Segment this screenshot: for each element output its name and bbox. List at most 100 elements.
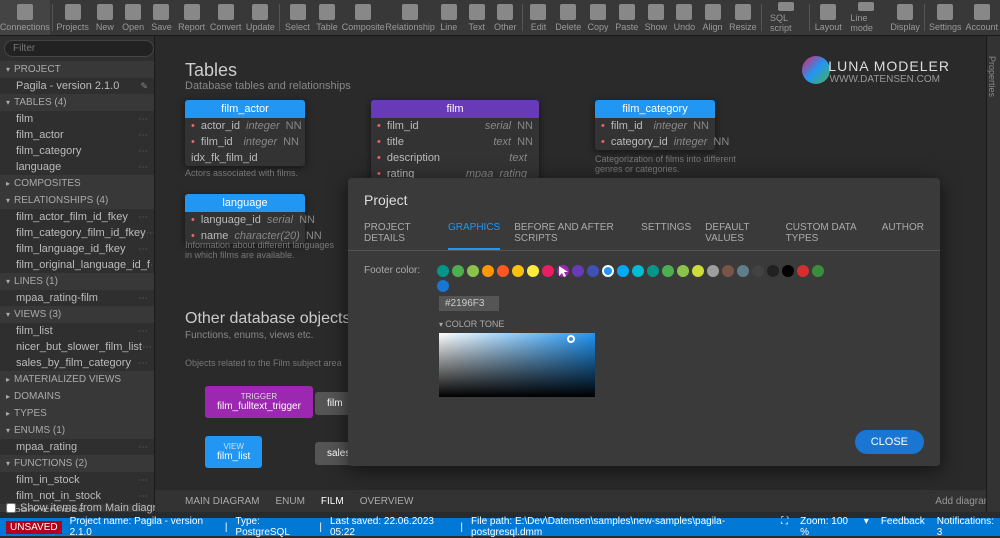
tone-picker-handle[interactable]	[567, 335, 575, 343]
filter-input[interactable]	[4, 40, 154, 57]
color-swatch[interactable]	[602, 265, 614, 277]
sidebar-item[interactable]: film_language_id_fkey⋯	[0, 241, 154, 257]
color-swatch[interactable]	[587, 265, 599, 277]
diagram-tab-main-diagram[interactable]: MAIN DIAGRAM	[185, 496, 259, 507]
fit-icon[interactable]: ⛶	[781, 516, 788, 538]
toolbar-line-mode[interactable]: Line mode	[844, 0, 888, 35]
feedback-link[interactable]: Feedback	[881, 516, 925, 538]
section-functions[interactable]: FUNCTIONS (2)	[0, 455, 154, 472]
section-lines[interactable]: LINES (1)	[0, 273, 154, 290]
section-project[interactable]: PROJECT	[0, 61, 154, 78]
section-views[interactable]: VIEWS (3)	[0, 306, 154, 323]
toolbar-sql-script[interactable]: SQL script	[764, 0, 807, 35]
sidebar-item[interactable]: film_category⋯	[0, 143, 154, 159]
toolbar-layout[interactable]: Layout	[812, 0, 844, 35]
toolbar-paste[interactable]: Paste	[612, 0, 641, 35]
toolbar-save[interactable]: Save	[147, 0, 175, 35]
section-tables[interactable]: TABLES (4)	[0, 94, 154, 111]
color-swatch[interactable]	[527, 265, 539, 277]
color-swatch[interactable]	[512, 265, 524, 277]
modal-tab-project-details[interactable]: PROJECT DETAILS	[364, 216, 434, 250]
sidebar-item[interactable]: film⋯	[0, 111, 154, 127]
sidebar-item[interactable]: mpaa_rating⋯	[0, 439, 154, 455]
color-swatch[interactable]	[647, 265, 659, 277]
color-swatch[interactable]	[722, 265, 734, 277]
toolbar-line[interactable]: Line	[435, 0, 463, 35]
color-swatch[interactable]	[812, 265, 824, 277]
add-diagram-button[interactable]: Add diagram	[935, 496, 992, 507]
color-swatch[interactable]	[482, 265, 494, 277]
section-composites[interactable]: COMPOSITES	[0, 175, 154, 192]
modal-tab-graphics[interactable]: GRAPHICS	[448, 216, 500, 250]
object-trigger[interactable]: TRIGGER film_fulltext_trigger	[205, 386, 313, 418]
color-swatch[interactable]	[752, 265, 764, 277]
toolbar-new[interactable]: New	[91, 0, 119, 35]
object-view[interactable]: VIEW film_list	[205, 436, 262, 468]
color-swatch[interactable]	[542, 265, 554, 277]
toolbar-relationship[interactable]: Relationship	[386, 0, 435, 35]
toolbar-account[interactable]: Account	[964, 0, 1000, 35]
diagram-tab-enum[interactable]: ENUM	[275, 496, 304, 507]
color-swatch[interactable]	[782, 265, 794, 277]
modal-tab-author[interactable]: AUTHOR	[882, 216, 924, 250]
color-swatch[interactable]	[437, 265, 449, 277]
toolbar-edit[interactable]: Edit	[524, 0, 552, 35]
color-swatch[interactable]	[692, 265, 704, 277]
close-button[interactable]: CLOSE	[855, 430, 924, 454]
toolbar-show[interactable]: Show	[641, 0, 670, 35]
toolbar-update[interactable]: Update	[244, 0, 278, 35]
color-swatch[interactable]	[452, 265, 464, 277]
toolbar-resize[interactable]: Resize	[727, 0, 760, 35]
toolbar-text[interactable]: Text	[463, 0, 491, 35]
color-swatch[interactable]	[617, 265, 629, 277]
sidebar-item[interactable]: film_in_stock⋯	[0, 472, 154, 488]
sidebar-item[interactable]: sales_by_film_category⋯	[0, 355, 154, 371]
sidebar-item[interactable]: film_list⋯	[0, 323, 154, 339]
sidebar-item[interactable]: language⋯	[0, 159, 154, 175]
diagram-tab-film[interactable]: FILM	[321, 496, 344, 507]
toolbar-copy[interactable]: Copy	[584, 0, 612, 35]
section-domains[interactable]: DOMAINS	[0, 388, 154, 405]
section-types[interactable]: TYPES	[0, 405, 154, 422]
hex-input[interactable]	[439, 296, 499, 311]
properties-panel-collapsed[interactable]: Properties	[986, 36, 1000, 512]
toolbar-connections[interactable]: Connections	[0, 0, 50, 35]
sidebar-item[interactable]: film_category_film_id_fkey⋯	[0, 225, 154, 241]
modal-tab-before-and-after-scripts[interactable]: BEFORE AND AFTER SCRIPTS	[514, 216, 627, 250]
color-swatch[interactable]	[572, 265, 584, 277]
modal-tab-settings[interactable]: SETTINGS	[641, 216, 691, 250]
show-items-toggle[interactable]: Show items from Main diagram	[6, 502, 155, 512]
toolbar-convert[interactable]: Convert	[208, 0, 244, 35]
modal-tab-default-values[interactable]: DEFAULT VALUES	[705, 216, 771, 250]
color-swatch[interactable]	[707, 265, 719, 277]
toolbar-open[interactable]: Open	[119, 0, 148, 35]
color-swatch[interactable]	[497, 265, 509, 277]
sidebar-item[interactable]: film_actor⋯	[0, 127, 154, 143]
toolbar-delete[interactable]: Delete	[552, 0, 584, 35]
color-swatch[interactable]	[677, 265, 689, 277]
color-swatch[interactable]	[557, 265, 569, 277]
notifications-link[interactable]: Notifications: 3	[937, 516, 994, 538]
color-tone-toggle[interactable]: COLOR TONE	[439, 319, 924, 329]
color-tone-picker[interactable]	[439, 333, 595, 397]
toolbar-align[interactable]: Align	[699, 0, 727, 35]
table-film-category[interactable]: film_category •film_idintegerNN•category…	[595, 100, 715, 150]
sidebar-item[interactable]: Pagila - version 2.1.0✎	[0, 78, 154, 94]
color-swatch[interactable]	[797, 265, 809, 277]
toolbar-select[interactable]: Select	[282, 0, 313, 35]
color-swatch[interactable]	[467, 265, 479, 277]
toolbar-report[interactable]: Report	[175, 0, 207, 35]
zoom-dropdown-icon[interactable]: ▾	[864, 516, 869, 538]
toolbar-table[interactable]: Table	[313, 0, 341, 35]
diagram-tab-overview[interactable]: OVERVIEW	[360, 496, 414, 507]
sidebar-item[interactable]: nicer_but_slower_film_list⋯	[0, 339, 154, 355]
color-swatch[interactable]	[737, 265, 749, 277]
sidebar-item[interactable]: mpaa_rating-film⋯	[0, 290, 154, 306]
color-swatch[interactable]	[767, 265, 779, 277]
section-materialized-views[interactable]: MATERIALIZED VIEWS	[0, 371, 154, 388]
toolbar-undo[interactable]: Undo	[670, 0, 698, 35]
toolbar-display[interactable]: Display	[888, 0, 922, 35]
color-swatch[interactable]	[437, 280, 449, 292]
sidebar-item[interactable]: film_original_language_id_f⋯	[0, 257, 154, 273]
table-language[interactable]: language •language_idserialNN•namecharac…	[185, 194, 305, 244]
